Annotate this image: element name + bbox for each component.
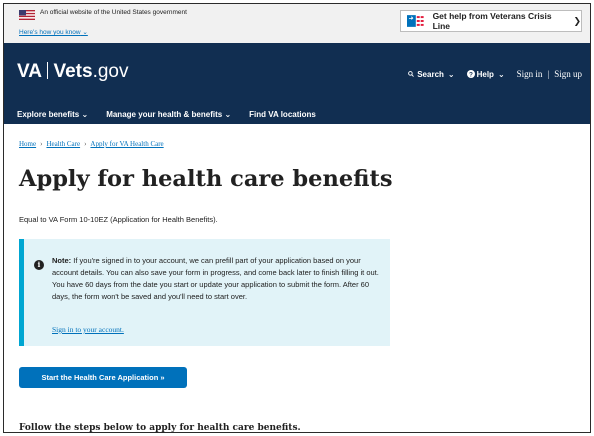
nav-item-find-locations[interactable]: Find VA locations bbox=[249, 110, 316, 119]
logo-vets-text: Vets bbox=[53, 61, 93, 82]
breadcrumb-health-care[interactable]: Health Care bbox=[46, 140, 80, 148]
chevron-down-icon: ⌄ bbox=[222, 109, 232, 119]
help-label: Help bbox=[476, 69, 494, 79]
sign-in-link[interactable]: Sign in bbox=[517, 69, 543, 79]
sign-in-note-alert: i Note: If you're signed in to your acco… bbox=[19, 239, 390, 346]
nav-item-manage-health[interactable]: Manage your health & benefits ⌄ bbox=[106, 110, 231, 119]
note-body: If you're signed in to your account, we … bbox=[52, 256, 379, 301]
sign-in-account-link[interactable]: Sign in to your account. bbox=[52, 325, 124, 334]
help-icon: ? bbox=[466, 70, 475, 78]
site-header: VA Vets.gov Search ⌄ ? Help ⌄ Sign in | S… bbox=[4, 43, 590, 124]
header-utility-links: Search ⌄ ? Help ⌄ Sign in | Sign up bbox=[396, 69, 582, 79]
breadcrumb-separator: › bbox=[40, 140, 43, 148]
logo-va-text: VA bbox=[17, 61, 42, 82]
note-label: Note: bbox=[52, 256, 72, 265]
browser-viewport: An official website of the United States… bbox=[3, 3, 591, 433]
logo-gov-text: .gov bbox=[92, 61, 129, 82]
vets-gov-logo[interactable]: VA Vets.gov bbox=[17, 61, 129, 83]
chevron-right-icon: ❯ bbox=[573, 15, 581, 26]
veterans-crisis-line-icon bbox=[407, 15, 424, 27]
breadcrumb: Home › Health Care › Apply for VA Health Car… bbox=[19, 140, 164, 148]
chevron-down-icon: ⌄ bbox=[497, 69, 505, 79]
nav-explore-label: Explore benefits bbox=[17, 109, 80, 119]
svg-text:?: ? bbox=[469, 71, 473, 78]
veterans-crisis-line-button[interactable]: Get help from Veterans Crisis Line ❯ bbox=[400, 10, 582, 32]
logo-divider bbox=[46, 62, 49, 79]
form-subtitle: Equal to VA Form 10-10EZ (Application fo… bbox=[19, 215, 218, 224]
breadcrumb-apply[interactable]: Apply for VA Health Care bbox=[90, 140, 163, 148]
search-menu-button[interactable]: Search ⌄ bbox=[408, 69, 455, 79]
breadcrumb-separator: › bbox=[84, 140, 87, 148]
search-label: Search bbox=[417, 69, 444, 79]
alert-text: Note: If you're signed in to your accoun… bbox=[52, 255, 388, 303]
chevron-down-icon: ⌄ bbox=[79, 109, 89, 119]
start-application-button[interactable]: Start the Health Care Application » bbox=[19, 367, 187, 388]
help-menu-button[interactable]: ? Help ⌄ bbox=[466, 69, 505, 79]
us-flag-icon bbox=[19, 10, 35, 20]
info-icon: i bbox=[34, 260, 44, 270]
page-title: Apply for health care benefits bbox=[19, 166, 393, 192]
nav-find-label: Find VA locations bbox=[249, 109, 316, 119]
breadcrumb-home[interactable]: Home bbox=[19, 140, 36, 148]
nav-item-explore-benefits[interactable]: Explore benefits ⌄ bbox=[17, 110, 88, 119]
main-nav: Explore benefits ⌄ Manage your health & … bbox=[4, 104, 590, 124]
crisis-line-label: Get help from Veterans Crisis Line bbox=[432, 11, 552, 31]
chevron-down-icon: ⌄ bbox=[80, 29, 88, 36]
search-icon bbox=[408, 71, 415, 77]
heres-how-you-know-label: Here's how you know bbox=[19, 29, 81, 36]
chevron-down-icon: ⌄ bbox=[447, 69, 455, 79]
heres-how-you-know-link[interactable]: Here's how you know ⌄ bbox=[19, 28, 88, 36]
official-gov-banner: An official website of the United States… bbox=[4, 4, 590, 43]
sign-up-link[interactable]: Sign up bbox=[554, 69, 582, 79]
sign-separator: | bbox=[547, 69, 550, 79]
nav-manage-label: Manage your health & benefits bbox=[106, 109, 223, 119]
official-website-text: An official website of the United States… bbox=[40, 9, 187, 16]
follow-steps-heading: Follow the steps below to apply for heal… bbox=[19, 423, 301, 433]
